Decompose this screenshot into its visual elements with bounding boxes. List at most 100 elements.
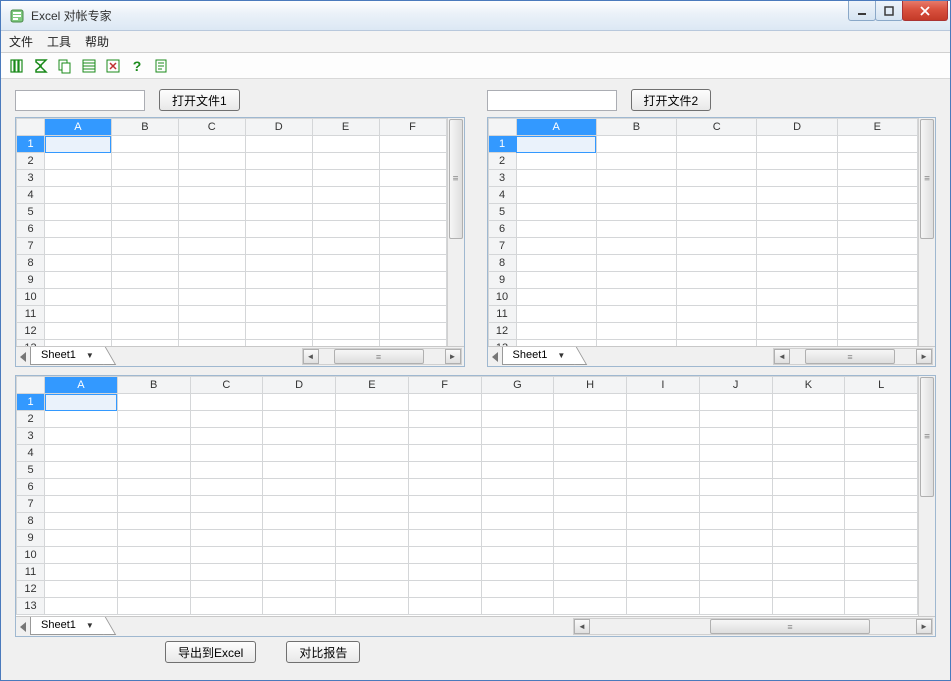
cell[interactable] xyxy=(699,394,772,411)
cell[interactable] xyxy=(263,547,336,564)
grid3-sheet-tab[interactable]: Sheet1 ▼ xyxy=(30,617,105,635)
cell[interactable] xyxy=(627,598,700,615)
row-header[interactable]: 11 xyxy=(17,564,45,581)
cell[interactable] xyxy=(845,411,918,428)
cell[interactable] xyxy=(627,547,700,564)
row-header[interactable]: 4 xyxy=(17,445,45,462)
cell[interactable] xyxy=(845,530,918,547)
cell[interactable] xyxy=(627,496,700,513)
row-header[interactable]: 6 xyxy=(17,221,45,238)
cell[interactable] xyxy=(845,394,918,411)
row-header[interactable]: 5 xyxy=(17,204,45,221)
cell[interactable] xyxy=(263,462,336,479)
cell[interactable] xyxy=(757,238,837,255)
cell[interactable] xyxy=(111,323,178,340)
grid2-sheet-tab[interactable]: Sheet1 ▼ xyxy=(502,347,577,365)
cell[interactable] xyxy=(263,581,336,598)
cell[interactable] xyxy=(677,255,757,272)
cell[interactable] xyxy=(677,204,757,221)
row-header[interactable]: 7 xyxy=(17,496,45,513)
cell[interactable] xyxy=(379,187,446,204)
cell[interactable] xyxy=(677,323,757,340)
cell[interactable] xyxy=(45,394,118,411)
cell[interactable] xyxy=(516,204,596,221)
cell[interactable] xyxy=(336,513,409,530)
delete-x-icon[interactable] xyxy=(105,58,121,74)
cell[interactable] xyxy=(596,272,676,289)
row-header[interactable]: 4 xyxy=(488,187,516,204)
row-header[interactable]: 8 xyxy=(17,513,45,530)
corner-cell[interactable] xyxy=(17,377,45,394)
cell[interactable] xyxy=(516,136,596,153)
cell[interactable] xyxy=(554,564,627,581)
cell[interactable] xyxy=(45,513,118,530)
column-header[interactable]: E xyxy=(837,119,917,136)
cell[interactable] xyxy=(190,581,263,598)
cell[interactable] xyxy=(677,153,757,170)
cell[interactable] xyxy=(481,513,554,530)
cell[interactable] xyxy=(178,221,245,238)
cell[interactable] xyxy=(117,445,190,462)
cell[interactable] xyxy=(757,187,837,204)
grid2-hscroll[interactable]: ◄ ≡ ► xyxy=(773,348,933,365)
cell[interactable] xyxy=(379,323,446,340)
cell[interactable] xyxy=(190,445,263,462)
cell[interactable] xyxy=(596,289,676,306)
cell[interactable] xyxy=(178,238,245,255)
cell[interactable] xyxy=(837,204,917,221)
cell[interactable] xyxy=(408,530,481,547)
row-header[interactable]: 10 xyxy=(17,547,45,564)
column-header[interactable]: A xyxy=(516,119,596,136)
cell[interactable] xyxy=(379,221,446,238)
cell[interactable] xyxy=(837,238,917,255)
cell[interactable] xyxy=(111,221,178,238)
cell[interactable] xyxy=(554,581,627,598)
cell[interactable] xyxy=(408,547,481,564)
cell[interactable] xyxy=(190,479,263,496)
grid1-vscroll[interactable] xyxy=(447,118,464,346)
row-header[interactable]: 11 xyxy=(17,306,45,323)
cell[interactable] xyxy=(190,428,263,445)
cell[interactable] xyxy=(178,187,245,204)
cell[interactable] xyxy=(263,428,336,445)
row-header[interactable]: 9 xyxy=(488,272,516,289)
grid2-body[interactable]: ABCDE12345678910111213 xyxy=(488,118,919,346)
cell[interactable] xyxy=(111,153,178,170)
cell[interactable] xyxy=(699,462,772,479)
corner-cell[interactable] xyxy=(488,119,516,136)
cell[interactable] xyxy=(379,136,446,153)
cell[interactable] xyxy=(772,428,845,445)
cell[interactable] xyxy=(481,496,554,513)
cell[interactable] xyxy=(837,255,917,272)
cell[interactable] xyxy=(245,255,312,272)
grid1-hscroll[interactable]: ◄ ≡ ► xyxy=(302,348,462,365)
compare-cols-icon[interactable] xyxy=(9,58,25,74)
cell[interactable] xyxy=(845,598,918,615)
cell[interactable] xyxy=(117,462,190,479)
grid3-vscroll[interactable] xyxy=(918,376,935,616)
cell[interactable] xyxy=(45,530,118,547)
cell[interactable] xyxy=(596,136,676,153)
cell[interactable] xyxy=(45,547,118,564)
row-header[interactable]: 9 xyxy=(17,272,45,289)
cell[interactable] xyxy=(336,411,409,428)
cell[interactable] xyxy=(190,411,263,428)
cell[interactable] xyxy=(554,428,627,445)
column-header[interactable]: A xyxy=(45,377,118,394)
cell[interactable] xyxy=(117,394,190,411)
cell[interactable] xyxy=(757,272,837,289)
cell[interactable] xyxy=(408,564,481,581)
cell[interactable] xyxy=(837,153,917,170)
list-icon[interactable] xyxy=(81,58,97,74)
cell[interactable] xyxy=(772,547,845,564)
cell[interactable] xyxy=(596,323,676,340)
cell[interactable] xyxy=(336,394,409,411)
cell[interactable] xyxy=(245,238,312,255)
cell[interactable] xyxy=(178,153,245,170)
cell[interactable] xyxy=(45,462,118,479)
grid1-tab-prev[interactable] xyxy=(16,347,30,367)
row-header[interactable]: 10 xyxy=(17,289,45,306)
cell[interactable] xyxy=(408,394,481,411)
cell[interactable] xyxy=(45,238,112,255)
column-header[interactable]: C xyxy=(190,377,263,394)
